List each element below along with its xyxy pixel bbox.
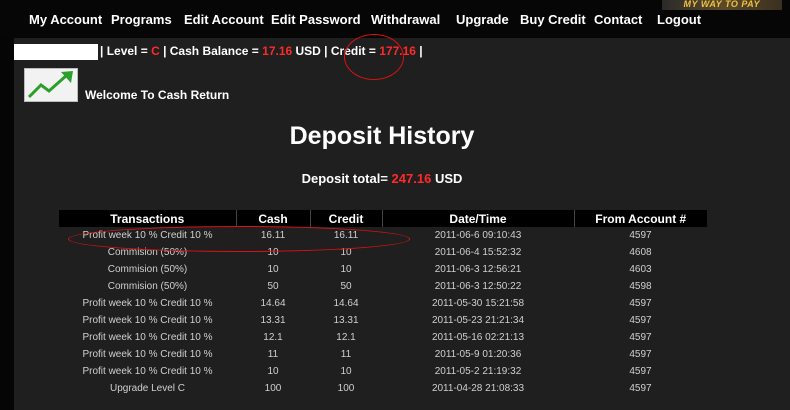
cell-cash: 11 <box>267 349 279 360</box>
cell-datetime: 2011-05-2 21:19:32 <box>434 366 522 377</box>
cell-cash: 12.1 <box>263 332 283 343</box>
nav-programs[interactable]: Programs <box>111 12 172 27</box>
table-row: Profit week 10 % Credit 10 % 11 11 2011-05-… <box>59 346 707 363</box>
growth-chart-logo <box>24 68 78 102</box>
welcome-text: Welcome To Cash Return <box>85 88 230 102</box>
table-row: Profit week 10 % Credit 10 % 10 10 2011-05-… <box>59 363 707 380</box>
banner-slogan: MY WAY TO PAY <box>683 0 760 9</box>
cell-datetime: 2011-05-16 02:21:13 <box>431 332 525 343</box>
cell-credit: 100 <box>337 383 355 394</box>
cell-datetime: 2011-05-23 21:21:34 <box>431 315 525 326</box>
nav-edit-account[interactable]: Edit Account <box>184 12 264 27</box>
status-end: | <box>415 44 423 59</box>
cell-datetime: 2011-04-28 21:08:33 <box>431 383 525 394</box>
cell-datetime: 2011-06-4 15:52:32 <box>434 247 522 258</box>
cell-transaction: Profit week 10 % Credit 10 % <box>82 298 213 309</box>
cell-cash: 10 <box>267 264 279 275</box>
cell-datetime: 2011-06-3 12:50:22 <box>434 281 522 292</box>
col-from-account: From Account # <box>573 210 707 227</box>
level-label: | Level = <box>100 44 152 59</box>
col-cash: Cash <box>235 210 310 227</box>
cell-cash: 14.64 <box>260 298 286 309</box>
cell-from-account: 4597 <box>629 298 652 309</box>
cell-transaction: Profit week 10 % Credit 10 % <box>82 315 213 326</box>
cell-cash: 100 <box>264 383 282 394</box>
table-row: Commision (50%) 50 50 2011-06-3 12:50:22 459… <box>59 278 707 295</box>
cell-transaction: Profit week 10 % Credit 10 % <box>82 349 213 360</box>
cell-from-account: 4603 <box>629 264 652 275</box>
cell-from-account: 4597 <box>629 366 652 377</box>
cell-from-account: 4597 <box>629 332 652 343</box>
page-title: Deposit History <box>289 122 475 150</box>
cell-cash: 13.31 <box>260 315 286 326</box>
cell-credit: 11 <box>340 349 352 360</box>
table-row: Upgrade Level C 100 100 2011-04-28 21:08:33… <box>59 380 707 397</box>
nav-contact[interactable]: Contact <box>594 12 642 27</box>
deposit-total: Deposit total= 247.16 USD <box>0 171 764 186</box>
cell-cash: 50 <box>267 281 279 292</box>
credit-highlight-circle <box>344 34 404 80</box>
cell-transaction: Upgrade Level C <box>109 383 186 394</box>
table-row: Profit week 10 % Credit 10 % 12.1 12.1 2011… <box>59 329 707 346</box>
table-header-row: Transactions Cash Credit Date/Time From … <box>59 210 707 227</box>
table-row: Profit week 10 % Credit 10 % 14.64 14.64 20… <box>59 295 707 312</box>
cell-credit: 14.64 <box>333 298 359 309</box>
cell-from-account: 4597 <box>629 315 652 326</box>
col-datetime: Date/Time <box>381 210 574 227</box>
deposit-total-value: 247.16 <box>391 171 432 186</box>
cell-from-account: 4598 <box>629 281 652 292</box>
cell-datetime: 2011-06-3 12:56:21 <box>434 264 522 275</box>
table-row: Commision (50%) 10 10 2011-06-3 12:56:21 460… <box>59 261 707 278</box>
cell-from-account: 4597 <box>629 349 652 360</box>
cell-from-account: 4608 <box>629 247 652 258</box>
cell-cash: 10 <box>267 366 279 377</box>
cell-credit: 12.1 <box>336 332 356 343</box>
left-border <box>0 0 14 410</box>
nav-buy-credit[interactable]: Buy Credit <box>520 12 586 27</box>
cell-credit: 50 <box>340 281 352 292</box>
nav-upgrade[interactable]: Upgrade <box>456 12 509 27</box>
cash-balance-label: | Cash Balance = <box>159 44 263 59</box>
cell-credit: 13.31 <box>333 315 359 326</box>
cell-transaction: Commision (50%) <box>107 281 188 292</box>
cell-datetime: 2011-05-9 01:20:36 <box>434 349 522 360</box>
cell-from-account: 4597 <box>629 230 652 241</box>
main-nav: My Account Programs Edit Account Edit Pa… <box>0 12 790 32</box>
col-credit: Credit <box>309 210 382 227</box>
level-value: C <box>151 44 160 59</box>
nav-edit-password[interactable]: Edit Password <box>271 12 361 27</box>
deposit-total-label: Deposit total= <box>301 171 388 186</box>
first-row-highlight-oval <box>68 226 410 252</box>
cell-transaction: Profit week 10 % Credit 10 % <box>82 332 213 343</box>
cash-balance-value: 17.16 <box>262 44 293 59</box>
col-transactions: Transactions <box>59 210 236 227</box>
top-navigation-bar: MY WAY TO PAY My Account Programs Edit A… <box>0 0 790 38</box>
nav-my-account[interactable]: My Account <box>29 12 102 27</box>
nav-withdrawal[interactable]: Withdrawal <box>371 12 440 27</box>
cell-transaction: Commision (50%) <box>107 264 188 275</box>
table-row: Profit week 10 % Credit 10 % 13.31 13.31 20… <box>59 312 707 329</box>
cell-datetime: 2011-06-6 09:10:43 <box>434 230 522 241</box>
deposit-total-unit: USD <box>434 171 463 186</box>
cell-credit: 10 <box>340 264 352 275</box>
cell-credit: 10 <box>340 366 352 377</box>
cell-from-account: 4597 <box>629 383 652 394</box>
cell-datetime: 2011-05-30 15:21:58 <box>431 298 525 309</box>
cell-transaction: Profit week 10 % Credit 10 % <box>82 366 213 377</box>
trend-arrow-icon <box>27 71 73 99</box>
redacted-username <box>14 44 98 60</box>
nav-logout[interactable]: Logout <box>657 12 701 27</box>
